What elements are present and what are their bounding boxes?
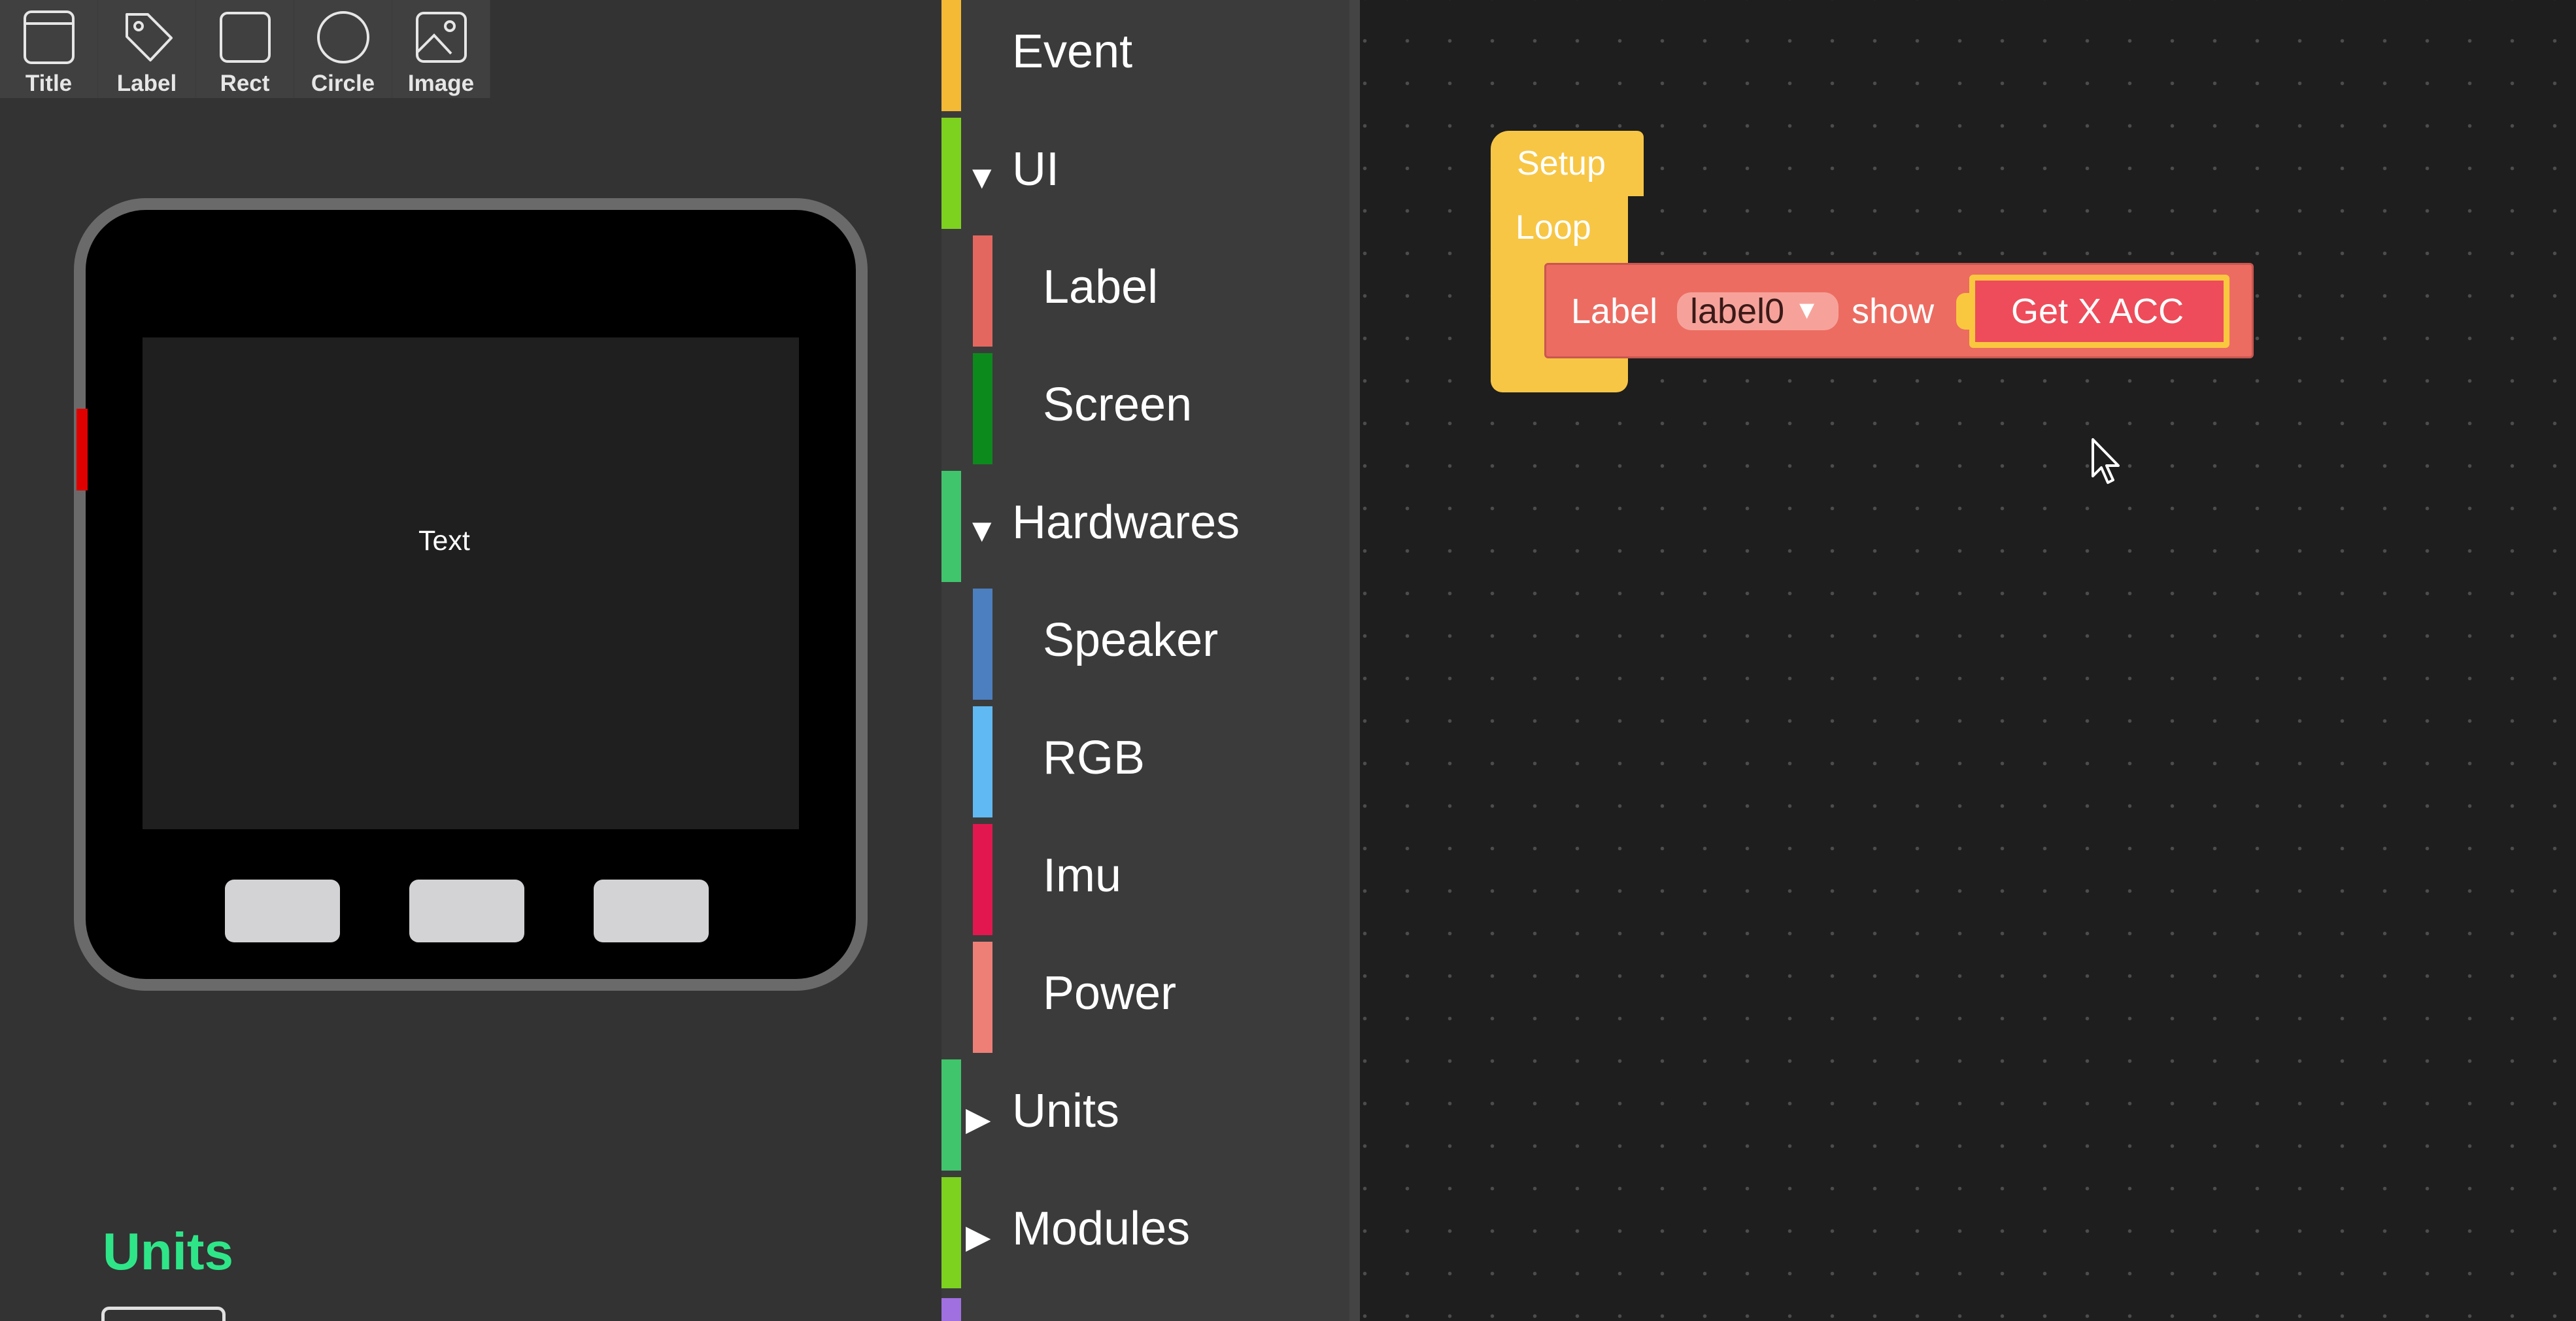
tool-circle[interactable]: Circle — [294, 0, 392, 98]
category-label: Modules — [1012, 1203, 1191, 1255]
category-color-bar — [941, 0, 961, 111]
category-rgb[interactable]: RGB — [941, 706, 1359, 817]
category-ui-screen[interactable]: Screen — [941, 353, 1359, 464]
tool-title-label: Title — [25, 71, 73, 96]
expanded-triangle-icon: ▼ — [966, 159, 998, 196]
block-categories: Event ▼ UI Label Screen ▼ Hardwares Spea… — [941, 0, 1359, 1321]
category-color-bar — [973, 235, 992, 347]
setup-block-label: Setup — [1517, 145, 1606, 182]
category-event[interactable]: Event — [941, 0, 1359, 111]
category-label: Hardwares — [1012, 496, 1240, 549]
tool-rect[interactable]: Rect — [196, 0, 294, 98]
category-color-bar — [973, 353, 992, 464]
widget-toolbar: Title Label Rect Circle Image — [0, 0, 490, 98]
tool-circle-label: Circle — [311, 71, 375, 96]
tool-rect-label: Rect — [220, 71, 270, 96]
loop-block-label: Loop — [1516, 209, 1591, 247]
title-icon — [23, 10, 75, 64]
category-ui-label[interactable]: Label — [941, 235, 1359, 347]
category-label: UI — [1012, 143, 1059, 196]
device-button-a[interactable] — [225, 880, 340, 942]
get-x-acc-label: Get X ACC — [2011, 292, 2184, 331]
rect-icon — [219, 12, 271, 63]
collapsed-triangle-icon: ▶ — [966, 1218, 991, 1255]
category-label: Event — [1012, 26, 1133, 78]
category-color-bar — [941, 1177, 961, 1288]
device-screen[interactable] — [143, 337, 799, 829]
tag-icon — [125, 13, 173, 61]
category-color-bar — [973, 589, 992, 700]
tool-label-label: Label — [116, 71, 177, 96]
category-units[interactable]: ▶ Units — [941, 1059, 1359, 1171]
label-block-prefix: Label — [1571, 292, 1658, 331]
category-ui[interactable]: ▼ UI — [941, 118, 1359, 229]
category-power[interactable]: Power — [941, 942, 1359, 1053]
image-icon — [415, 12, 467, 63]
category-color-bar — [973, 706, 992, 817]
expanded-triangle-icon: ▼ — [966, 512, 998, 549]
category-label: Screen — [1043, 379, 1193, 431]
category-modules[interactable]: ▶ Modules — [941, 1177, 1359, 1288]
collapsed-triangle-icon: ▶ — [966, 1101, 991, 1137]
category-next-color-bar — [941, 1298, 961, 1321]
dropdown-arrow-icon: ▾ — [1799, 292, 1815, 326]
category-label: Speaker — [1043, 614, 1219, 666]
flyout-scrollbar[interactable] — [1349, 0, 1360, 1321]
ui-designer-panel: Title Label Rect Circle Image Text Units — [0, 0, 941, 1321]
circle-icon — [316, 11, 369, 63]
device-button-c[interactable] — [594, 880, 709, 942]
device-power-button — [76, 409, 88, 490]
category-color-bar — [941, 1059, 961, 1171]
category-label: RGB — [1043, 732, 1145, 784]
units-add-box[interactable] — [101, 1307, 226, 1321]
tool-title[interactable]: Title — [0, 0, 98, 98]
tool-image[interactable]: Image — [392, 0, 490, 98]
category-hardwares[interactable]: ▼ Hardwares — [941, 471, 1359, 582]
category-color-bar — [973, 824, 992, 935]
category-speaker[interactable]: Speaker — [941, 589, 1359, 700]
category-color-bar — [941, 118, 961, 229]
device-button-b[interactable] — [409, 880, 524, 942]
category-imu[interactable]: Imu — [941, 824, 1359, 935]
tool-image-label: Image — [407, 71, 475, 96]
category-color-bar — [941, 471, 961, 582]
label-dropdown-value: label0 — [1690, 292, 1785, 331]
category-label: Label — [1043, 261, 1159, 313]
label-block-action: show — [1852, 292, 1935, 331]
tool-label[interactable]: Label — [98, 0, 196, 98]
screen-text-label[interactable]: Text — [418, 525, 470, 557]
units-heading: Units — [103, 1222, 233, 1280]
category-label: Power — [1043, 967, 1177, 1020]
category-label: Imu — [1043, 849, 1122, 902]
category-color-bar — [973, 942, 992, 1053]
mouse-cursor-icon — [2092, 438, 2120, 484]
category-label: Units — [1012, 1085, 1120, 1137]
